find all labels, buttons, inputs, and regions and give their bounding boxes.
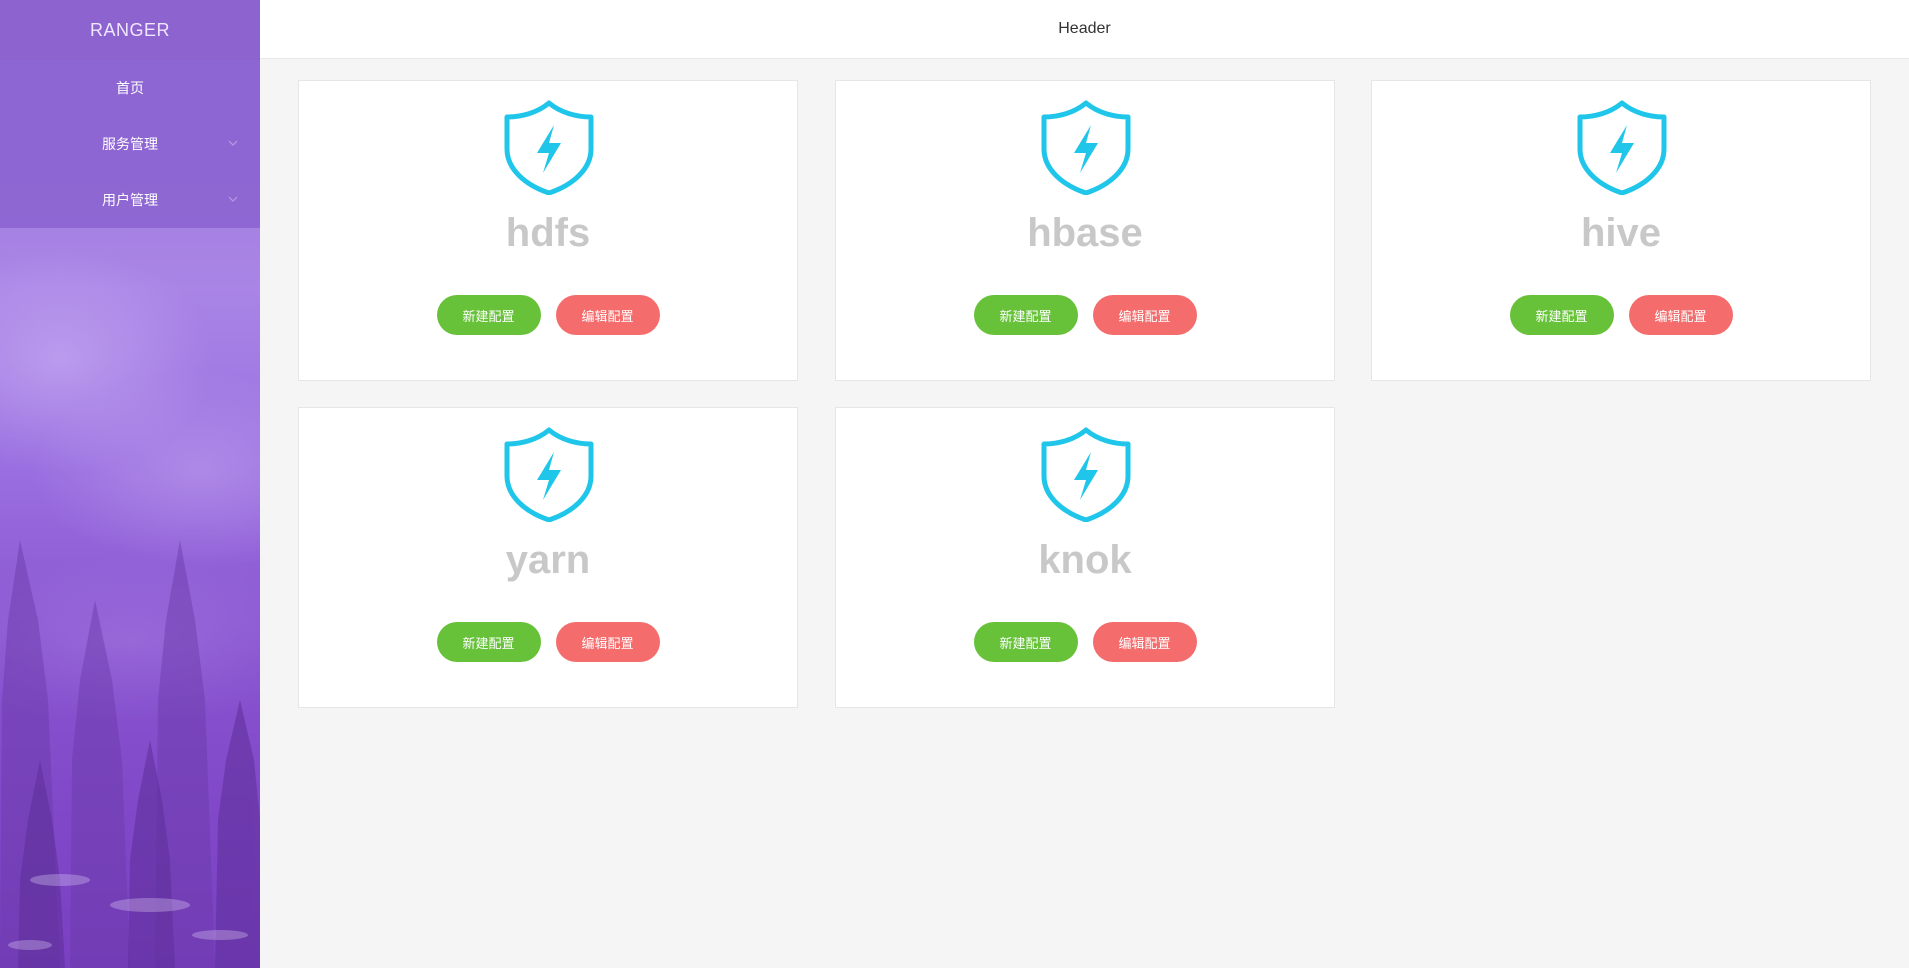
card-actions: 新建配置 编辑配置 (299, 295, 797, 335)
service-name: hbase (1027, 211, 1143, 255)
shield-lightning-icon (504, 427, 594, 522)
shield-lightning-icon (504, 100, 594, 195)
edit-config-button[interactable]: 编辑配置 (1092, 295, 1197, 335)
sidebar-item-home[interactable]: 首页 (0, 60, 260, 116)
service-card-hdfs: hdfs 新建配置 编辑配置 (298, 80, 798, 381)
sidebar-item-service-management[interactable]: 服务管理 (0, 116, 260, 172)
app-logo[interactable]: RANGER (0, 0, 260, 60)
new-config-button[interactable]: 新建配置 (1509, 295, 1614, 335)
new-config-button[interactable]: 新建配置 (973, 295, 1078, 335)
shield-lightning-icon (1041, 427, 1131, 522)
card-actions: 新建配置 编辑配置 (836, 295, 1334, 335)
service-name: yarn (505, 538, 591, 582)
edit-config-button[interactable]: 编辑配置 (555, 622, 660, 662)
edit-config-button[interactable]: 编辑配置 (555, 295, 660, 335)
edit-config-button[interactable]: 编辑配置 (1628, 295, 1733, 335)
service-name: knok (1038, 538, 1132, 582)
new-config-button[interactable]: 新建配置 (436, 622, 541, 662)
card-actions: 新建配置 编辑配置 (1372, 295, 1870, 335)
card-actions: 新建配置 编辑配置 (836, 622, 1334, 662)
shield-lightning-icon (1577, 100, 1667, 195)
sidebar-item-label: 首页 (116, 80, 144, 96)
app-root: RANGER 首页 服务管理 用户管理 Header hdfs 新建配置 编辑配… (0, 0, 1909, 968)
sidebar: RANGER 首页 服务管理 用户管理 (0, 0, 260, 968)
chevron-down-icon (228, 140, 238, 146)
service-name: hdfs (505, 211, 591, 255)
chevron-down-icon (228, 196, 238, 202)
edit-config-button[interactable]: 编辑配置 (1092, 622, 1197, 662)
page-header: Header (260, 0, 1909, 59)
service-card-knok: knok 新建配置 编辑配置 (835, 407, 1335, 708)
new-config-button[interactable]: 新建配置 (436, 295, 541, 335)
sidebar-item-label: 用户管理 (102, 192, 158, 208)
sidebar-menu: 首页 服务管理 用户管理 (0, 60, 260, 228)
service-card-hive: hive 新建配置 编辑配置 (1371, 80, 1871, 381)
sidebar-item-label: 服务管理 (102, 136, 158, 152)
service-card-hbase: hbase 新建配置 编辑配置 (835, 80, 1335, 381)
sidebar-item-user-management[interactable]: 用户管理 (0, 172, 260, 228)
shield-lightning-icon (1041, 100, 1131, 195)
service-name: hive (1580, 211, 1662, 255)
card-actions: 新建配置 编辑配置 (299, 622, 797, 662)
service-card-yarn: yarn 新建配置 编辑配置 (298, 407, 798, 708)
header-title: Header (1058, 20, 1111, 37)
new-config-button[interactable]: 新建配置 (973, 622, 1078, 662)
